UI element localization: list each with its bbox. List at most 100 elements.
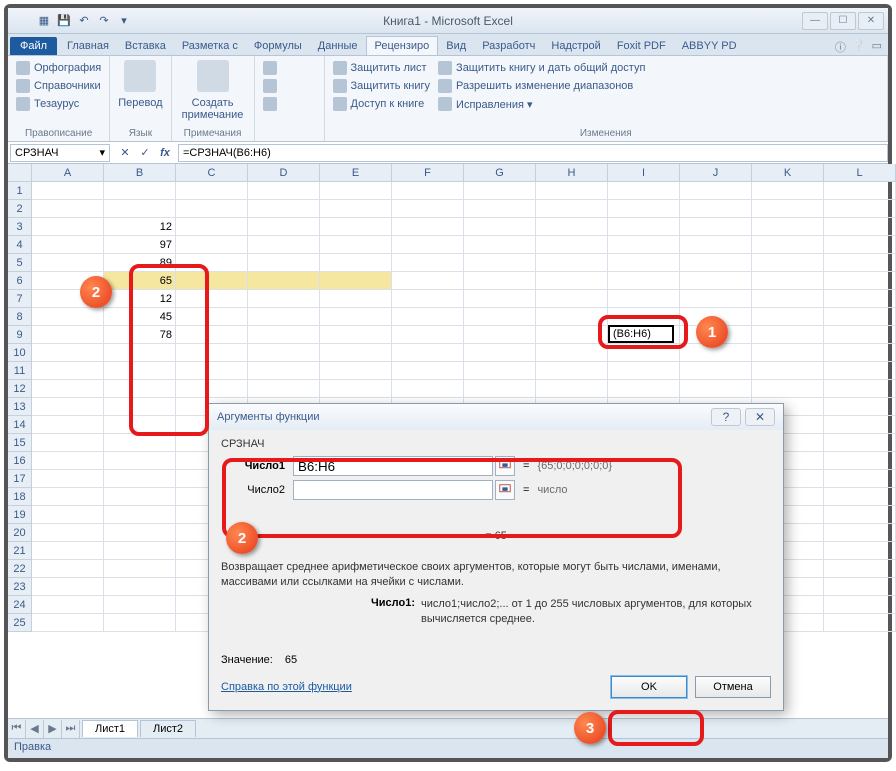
name-box[interactable]: СРЗНАЧ▾ — [10, 144, 110, 162]
cell[interactable] — [104, 506, 176, 524]
cell[interactable] — [752, 362, 824, 380]
row-header[interactable]: 20 — [8, 524, 32, 542]
cell[interactable] — [176, 254, 248, 272]
sheet-nav-first[interactable]: ⏮ — [8, 720, 26, 738]
cell[interactable] — [176, 290, 248, 308]
cell[interactable] — [176, 380, 248, 398]
tab-view[interactable]: Вид — [438, 37, 474, 55]
cell[interactable] — [464, 182, 536, 200]
cell[interactable] — [464, 236, 536, 254]
row-header[interactable]: 13 — [8, 398, 32, 416]
cell[interactable] — [680, 290, 752, 308]
col-header[interactable]: K — [752, 164, 824, 182]
cell[interactable] — [32, 380, 104, 398]
minimize-button[interactable]: — — [802, 12, 828, 30]
cell[interactable] — [752, 200, 824, 218]
cell[interactable] — [32, 596, 104, 614]
cell[interactable] — [824, 452, 896, 470]
col-header[interactable]: J — [680, 164, 752, 182]
dialog-help-button[interactable]: ? — [711, 408, 741, 426]
cell[interactable] — [752, 326, 824, 344]
cell[interactable] — [32, 506, 104, 524]
cell[interactable] — [392, 254, 464, 272]
cell[interactable] — [464, 254, 536, 272]
cell[interactable] — [536, 218, 608, 236]
cancel-button[interactable]: Отмена — [695, 676, 771, 698]
ok-button[interactable]: OK — [611, 676, 687, 698]
cell[interactable] — [824, 362, 896, 380]
cell[interactable] — [320, 380, 392, 398]
col-header[interactable]: E — [320, 164, 392, 182]
cell[interactable] — [608, 236, 680, 254]
cell[interactable] — [464, 200, 536, 218]
help-link[interactable]: Справка по этой функции — [221, 681, 352, 693]
cell[interactable] — [104, 542, 176, 560]
cell[interactable] — [536, 344, 608, 362]
cell[interactable] — [680, 380, 752, 398]
cell[interactable] — [824, 560, 896, 578]
cell[interactable] — [248, 362, 320, 380]
cell[interactable] — [536, 272, 608, 290]
cell[interactable] — [32, 236, 104, 254]
protect-sheet-button[interactable]: Защитить лист — [331, 60, 433, 76]
cell[interactable] — [320, 236, 392, 254]
col-header[interactable]: C — [176, 164, 248, 182]
cell[interactable] — [248, 380, 320, 398]
row-header[interactable]: 15 — [8, 434, 32, 452]
cell[interactable] — [536, 290, 608, 308]
cell[interactable] — [104, 434, 176, 452]
cell[interactable] — [824, 326, 896, 344]
tab-review[interactable]: Рецензиро — [366, 36, 439, 55]
col-header[interactable]: H — [536, 164, 608, 182]
cell[interactable] — [392, 362, 464, 380]
cell[interactable] — [392, 236, 464, 254]
cell[interactable] — [680, 200, 752, 218]
undo-icon[interactable]: ↶ — [76, 13, 92, 29]
arg2-input[interactable] — [293, 480, 493, 500]
cell[interactable] — [824, 344, 896, 362]
cell[interactable] — [392, 218, 464, 236]
accept-formula-icon[interactable]: ✓ — [136, 144, 154, 162]
cell[interactable] — [104, 614, 176, 632]
cell[interactable] — [608, 344, 680, 362]
row-header[interactable]: 2 — [8, 200, 32, 218]
cell[interactable] — [248, 236, 320, 254]
protect-book-button[interactable]: Защитить книгу — [331, 78, 433, 94]
row-header[interactable]: 25 — [8, 614, 32, 632]
cell[interactable]: 97 — [104, 236, 176, 254]
fx-icon[interactable]: fx — [156, 144, 174, 162]
cell[interactable] — [464, 344, 536, 362]
cell[interactable] — [32, 614, 104, 632]
window-restore-icon[interactable]: ▭ — [872, 39, 882, 55]
cell[interactable] — [32, 362, 104, 380]
row-header[interactable]: 9 — [8, 326, 32, 344]
cell[interactable] — [104, 524, 176, 542]
row-header[interactable]: 21 — [8, 542, 32, 560]
cell[interactable] — [320, 362, 392, 380]
cell[interactable] — [536, 200, 608, 218]
cell[interactable] — [824, 614, 896, 632]
cell[interactable]: 12 — [104, 290, 176, 308]
col-header[interactable]: B — [104, 164, 176, 182]
col-header[interactable]: F — [392, 164, 464, 182]
cell[interactable] — [824, 416, 896, 434]
cell[interactable] — [464, 326, 536, 344]
cell[interactable] — [464, 218, 536, 236]
cell[interactable] — [608, 362, 680, 380]
cell[interactable] — [320, 254, 392, 272]
cell[interactable] — [248, 182, 320, 200]
cell[interactable] — [320, 308, 392, 326]
cell[interactable] — [32, 434, 104, 452]
cell[interactable] — [32, 524, 104, 542]
cell[interactable] — [104, 362, 176, 380]
cell[interactable] — [392, 290, 464, 308]
cell[interactable] — [32, 542, 104, 560]
cell[interactable] — [392, 344, 464, 362]
cell[interactable] — [680, 182, 752, 200]
cancel-formula-icon[interactable]: ✕ — [116, 144, 134, 162]
cell[interactable] — [104, 398, 176, 416]
cell[interactable] — [104, 200, 176, 218]
cell[interactable] — [608, 272, 680, 290]
cell[interactable] — [32, 416, 104, 434]
cell[interactable] — [824, 524, 896, 542]
